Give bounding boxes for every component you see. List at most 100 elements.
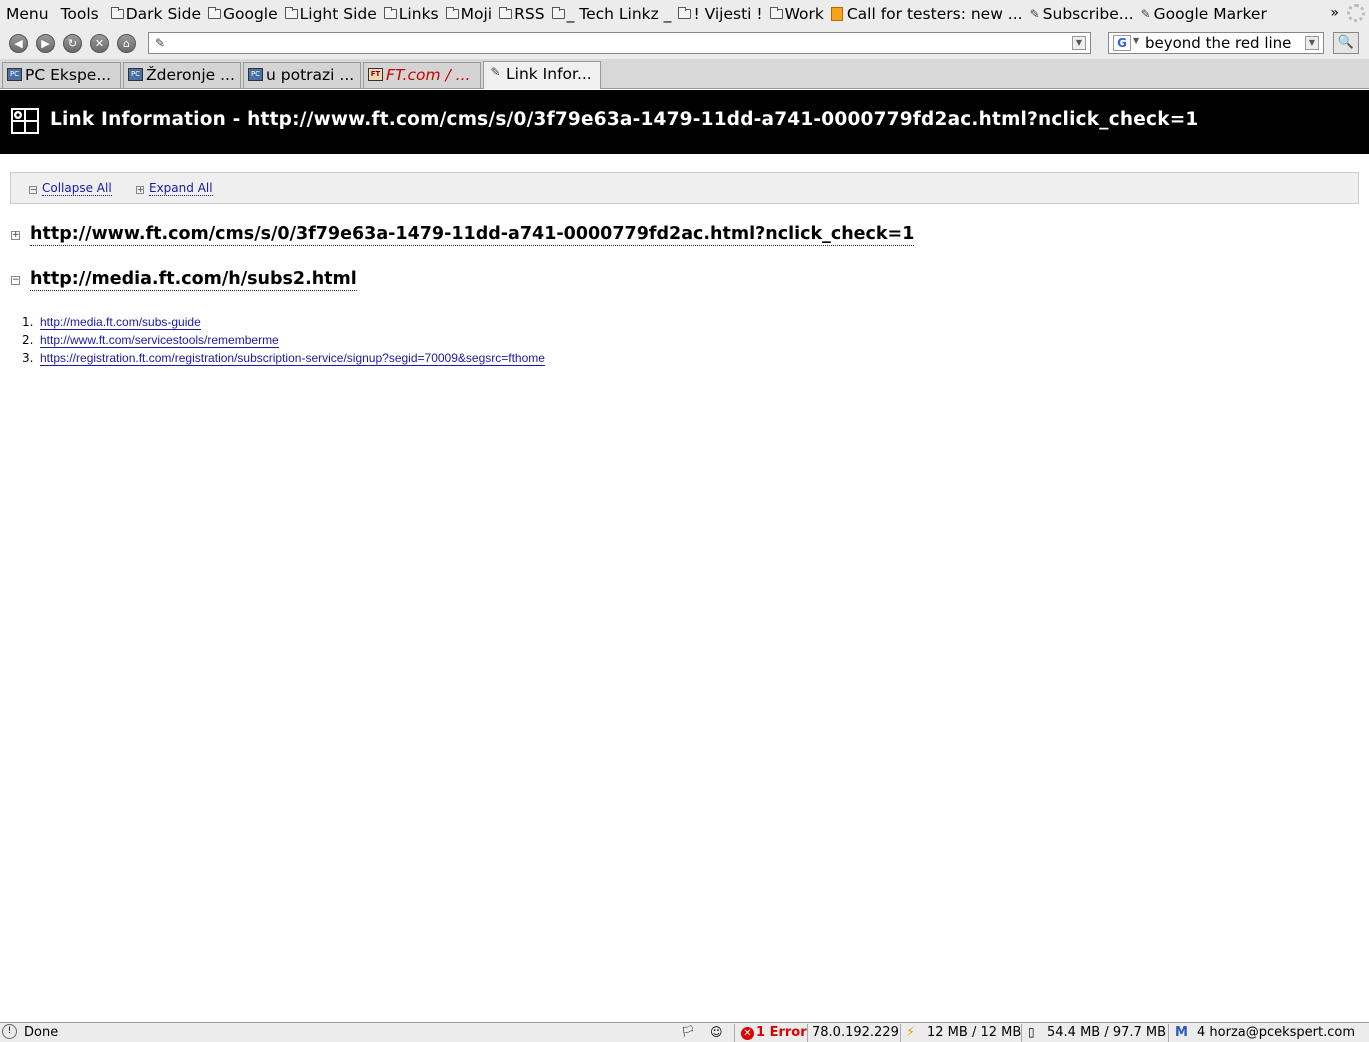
- folder-icon: [769, 7, 783, 19]
- feed-icon: [830, 7, 843, 21]
- tab-label: PC Ekspe...: [25, 66, 112, 84]
- clip-icon: ✎: [1140, 7, 1151, 21]
- bookmark-label: Dark Side: [125, 5, 201, 23]
- bookmark-label: Subscribe...: [1042, 5, 1134, 23]
- bookmark-label: Moji: [460, 5, 493, 23]
- bookmark-moji[interactable]: Moji: [445, 5, 493, 23]
- tab-zderonje[interactable]: PC Žderonje ...: [123, 62, 241, 88]
- folder-icon: [284, 7, 298, 19]
- link[interactable]: https://registration.ft.com/registration…: [40, 351, 545, 366]
- menu-tools[interactable]: Tools: [61, 5, 99, 23]
- bookmark-subscribe[interactable]: ✎ Subscribe...: [1030, 5, 1134, 23]
- bookmark-light-side[interactable]: Light Side: [284, 5, 377, 23]
- clip-icon: ✎: [1029, 7, 1040, 21]
- tab-u-potrazi[interactable]: PC u potrazi ...: [243, 62, 361, 88]
- collapse-all-button[interactable]: − Collapse All: [29, 181, 112, 196]
- mail-icon[interactable]: M: [1175, 1025, 1188, 1040]
- url-bar[interactable]: ✎ ▼: [148, 32, 1091, 54]
- bookmark-google-marker[interactable]: ✎ Google Marker: [1141, 5, 1267, 23]
- search-input[interactable]: [1145, 33, 1305, 53]
- bookmark-google[interactable]: Google: [207, 5, 278, 23]
- link-list: 1. http://media.ft.com/subs-guide 2. http:…: [22, 313, 545, 367]
- bookmarks-overflow-button[interactable]: »: [1330, 5, 1339, 21]
- bookmark-dark-side[interactable]: Dark Side: [110, 5, 201, 23]
- page-title: Link Information - http://www.ft.com/cms…: [50, 109, 1199, 130]
- search-engine-dropdown-icon[interactable]: ▼: [1133, 36, 1139, 45]
- bookmark-label: Work: [784, 5, 824, 23]
- link[interactable]: http://www.ft.com/servicestools/remember…: [40, 333, 279, 348]
- collapse-all-label: Collapse All: [42, 181, 112, 196]
- bookmark-label: Light Side: [299, 5, 377, 23]
- tab-label: Žderonje ...: [146, 66, 235, 84]
- cache-usage: 54.4 MB / 97.7 MB: [1047, 1025, 1167, 1040]
- link[interactable]: http://media.ft.com/subs-guide: [40, 315, 201, 330]
- expand-all-label: Expand All: [149, 181, 213, 196]
- list-item: 1. http://media.ft.com/subs-guide: [22, 313, 545, 331]
- list-number: 2.: [22, 333, 34, 347]
- bookmark-work[interactable]: Work: [769, 5, 824, 23]
- folder-icon: [383, 7, 397, 19]
- back-button[interactable]: ◀: [9, 34, 28, 53]
- bookmark-tech-linkz[interactable]: _ Tech Linkz _: [551, 5, 671, 23]
- memory-icon: ⚡: [906, 1025, 916, 1040]
- section-title[interactable]: http://www.ft.com/cms/s/0/3f79e63a-1479-…: [30, 223, 915, 246]
- site-icon: PC: [248, 68, 263, 81]
- tab-pc-ekspert[interactable]: PC PC Ekspe...: [2, 62, 121, 88]
- site-icon: PC: [128, 68, 143, 81]
- bookmark-vijesti[interactable]: ! Vijesti !: [678, 5, 763, 23]
- section-expand-toggle[interactable]: +: [11, 231, 20, 240]
- list-number: 1.: [22, 315, 34, 329]
- page-header: Link Information - http://www.ft.com/cms…: [0, 90, 1369, 154]
- home-button[interactable]: ⌂: [117, 34, 136, 53]
- greasemonkey-icon[interactable]: ☺: [710, 1025, 723, 1039]
- expand-all-button[interactable]: + Expand All: [136, 181, 213, 196]
- search-history-dropdown-icon[interactable]: ▼: [1305, 36, 1319, 50]
- error-indicator[interactable]: ✕ 1 Error: [741, 1025, 807, 1040]
- page-clip-icon: ✎: [155, 36, 166, 50]
- section-title[interactable]: http://media.ft.com/h/subs2.html: [30, 268, 357, 291]
- tab-label: FT.com / ...: [386, 66, 471, 84]
- tab-bar: PC PC Ekspe... PC Žderonje ... PC u potr…: [0, 59, 1369, 89]
- cache-icon: ▯: [1028, 1025, 1035, 1039]
- site-icon: PC: [7, 68, 22, 81]
- search-go-button[interactable]: 🔍: [1333, 32, 1359, 54]
- memory-usage: 12 MB / 12 MB: [927, 1025, 1022, 1040]
- bookmark-call-for-testers[interactable]: Call for testers: new ...: [830, 5, 1023, 23]
- list-number: 3.: [22, 351, 34, 365]
- bookmark-links[interactable]: Links: [383, 5, 439, 23]
- throbber-icon: [1347, 4, 1365, 22]
- status-bar: ! Done 🏳 ☺ ✕ 1 Error 78.0.192.229 ⚡ 12 MB…: [0, 1022, 1369, 1042]
- stop-button[interactable]: ✕: [90, 34, 109, 53]
- flag-icon[interactable]: 🏳: [681, 1025, 695, 1038]
- menu-menu[interactable]: Menu: [6, 5, 49, 23]
- folder-icon: [207, 7, 221, 19]
- bookmark-label: Google Marker: [1153, 5, 1267, 23]
- error-icon: ✕: [741, 1027, 754, 1040]
- search-engine-icon[interactable]: G: [1113, 35, 1131, 51]
- forward-button[interactable]: ▶: [36, 34, 55, 53]
- list-item: 2. http://www.ft.com/servicestools/rememb…: [22, 331, 545, 349]
- mail-status[interactable]: 4 horza@pcekspert.com: [1197, 1025, 1355, 1040]
- bookmark-label: ! Vijesti !: [693, 5, 763, 23]
- bookmark-label: Call for testers: new ...: [846, 5, 1023, 23]
- navigation-toolbar: ◀ ▶ ↻ ✕ ⌂ ✎ ▼ G ▼ ▼ 🔍: [0, 28, 1369, 59]
- status-text: Done: [24, 1025, 59, 1040]
- tab-ft-com[interactable]: FT FT.com / ...: [363, 62, 481, 88]
- tab-link-information[interactable]: ✎ Link Infor...: [483, 61, 601, 89]
- ft-icon: FT: [368, 68, 383, 81]
- tab-label: u potrazi ...: [266, 66, 355, 84]
- url-history-dropdown-icon[interactable]: ▼: [1072, 36, 1086, 50]
- section-collapse-toggle[interactable]: −: [11, 276, 20, 285]
- menu-bookmarks-bar: Menu Tools Dark Side Google Light Side L…: [0, 0, 1369, 28]
- bookmark-rss[interactable]: RSS: [499, 5, 545, 23]
- bookmark-label: Links: [398, 5, 439, 23]
- tab-label: Link Infor...: [506, 65, 592, 83]
- security-icon[interactable]: !: [2, 1024, 17, 1039]
- ip-address: 78.0.192.229: [812, 1025, 899, 1040]
- reload-button[interactable]: ↻: [63, 34, 82, 53]
- link-info-icon: [11, 108, 39, 134]
- folder-icon: [551, 7, 565, 19]
- folder-icon: [499, 7, 513, 19]
- folder-icon: [678, 7, 692, 19]
- bookmark-label: Google: [222, 5, 278, 23]
